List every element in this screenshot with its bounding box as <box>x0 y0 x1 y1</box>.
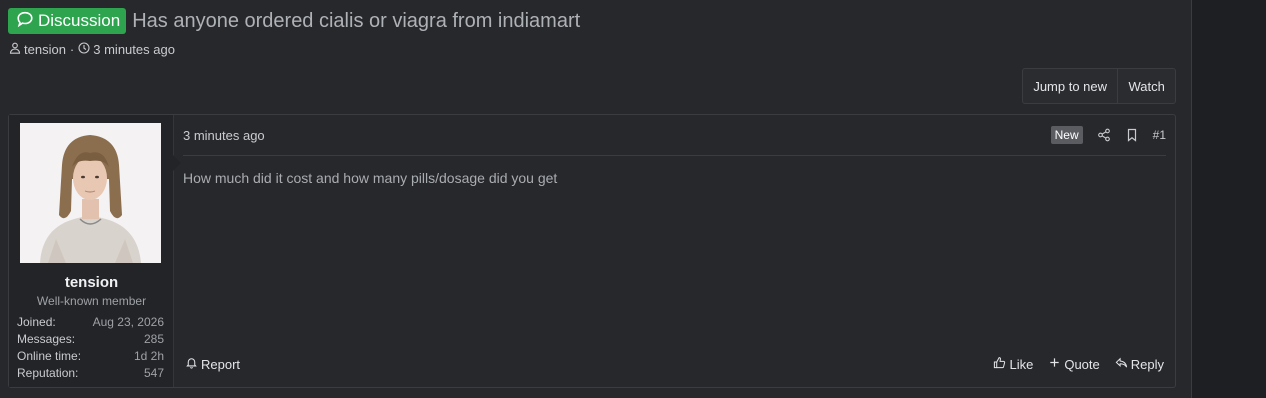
new-badge: New <box>1050 126 1083 144</box>
post-header-actions: New #1 <box>1050 126 1166 144</box>
quote-label: Quote <box>1064 356 1100 372</box>
user-icon <box>9 42 24 57</box>
post-user-cell: tension Well-known member Joined: Aug 23… <box>9 115 181 387</box>
thread-title-row: Discussion Has anyone ordered cialis or … <box>8 8 580 34</box>
avatar[interactable] <box>20 123 161 263</box>
post: tension Well-known member Joined: Aug 23… <box>8 114 1176 388</box>
discussion-label-text: Discussion <box>38 11 121 30</box>
plus-icon <box>1048 356 1061 372</box>
sidebar-panel <box>1191 0 1266 398</box>
bell-icon <box>185 356 198 372</box>
thread-title: Has anyone ordered cialis or viagra from… <box>132 9 581 32</box>
like-label: Like <box>1009 356 1034 372</box>
stat-online-time: Online time: 1d 2h <box>17 348 164 365</box>
speech-bubble-icon <box>16 10 34 33</box>
stat-joined: Joined: Aug 23, 2026 <box>17 314 164 331</box>
share-icon[interactable] <box>1097 128 1111 142</box>
thread-time-link[interactable]: 3 minutes ago <box>93 42 175 57</box>
clock-icon <box>78 41 93 57</box>
post-number-link[interactable]: #1 <box>1153 128 1166 142</box>
thread-author-link[interactable]: tension <box>24 42 66 57</box>
stat-reputation: Reputation: 547 <box>17 365 164 382</box>
reply-icon <box>1115 356 1128 372</box>
stat-value: 1d 2h <box>133 349 164 363</box>
jump-to-new-button[interactable]: Jump to new <box>1023 69 1119 103</box>
stat-label: Messages: <box>17 332 76 346</box>
meta-separator: · <box>69 41 75 57</box>
discussion-label[interactable]: Discussion <box>8 8 127 34</box>
stat-value: 547 <box>143 366 164 380</box>
bookmark-icon[interactable] <box>1125 128 1139 142</box>
reply-label: Reply <box>1130 356 1164 372</box>
post-footer: Report Like Quote Reply <box>185 355 1164 373</box>
thread-meta: tension · 3 minutes ago <box>9 41 175 57</box>
quote-button[interactable]: Quote <box>1048 356 1100 372</box>
user-stats: Joined: Aug 23, 2026 Messages: 285 Onlin… <box>17 314 164 382</box>
post-footer-actions: Like Quote Reply <box>993 356 1164 372</box>
thread-page: Discussion Has anyone ordered cialis or … <box>0 0 1266 398</box>
reply-button[interactable]: Reply <box>1115 356 1164 372</box>
stat-label: Online time: <box>17 349 82 363</box>
watch-button[interactable]: Watch <box>1118 69 1175 103</box>
thumbs-up-icon <box>993 356 1006 372</box>
post-main: 3 minutes ago New #1 How much did it cos… <box>174 115 1175 387</box>
like-button[interactable]: Like <box>993 356 1033 372</box>
post-header: 3 minutes ago New #1 <box>183 115 1166 156</box>
stat-value: Aug 23, 2026 <box>92 315 164 329</box>
thread-button-group: Jump to new Watch <box>1022 68 1176 104</box>
stat-label: Reputation: <box>17 366 79 380</box>
stat-value: 285 <box>143 332 164 346</box>
post-username[interactable]: tension <box>9 274 174 291</box>
report-label: Report <box>201 356 241 372</box>
post-body: How much did it cost and how many pills/… <box>183 170 558 186</box>
user-title: Well-known member <box>36 294 147 308</box>
report-button[interactable]: Report <box>185 356 240 372</box>
post-date-link[interactable]: 3 minutes ago <box>183 128 265 143</box>
stat-label: Joined: <box>17 315 56 329</box>
stat-messages: Messages: 285 <box>17 331 164 348</box>
